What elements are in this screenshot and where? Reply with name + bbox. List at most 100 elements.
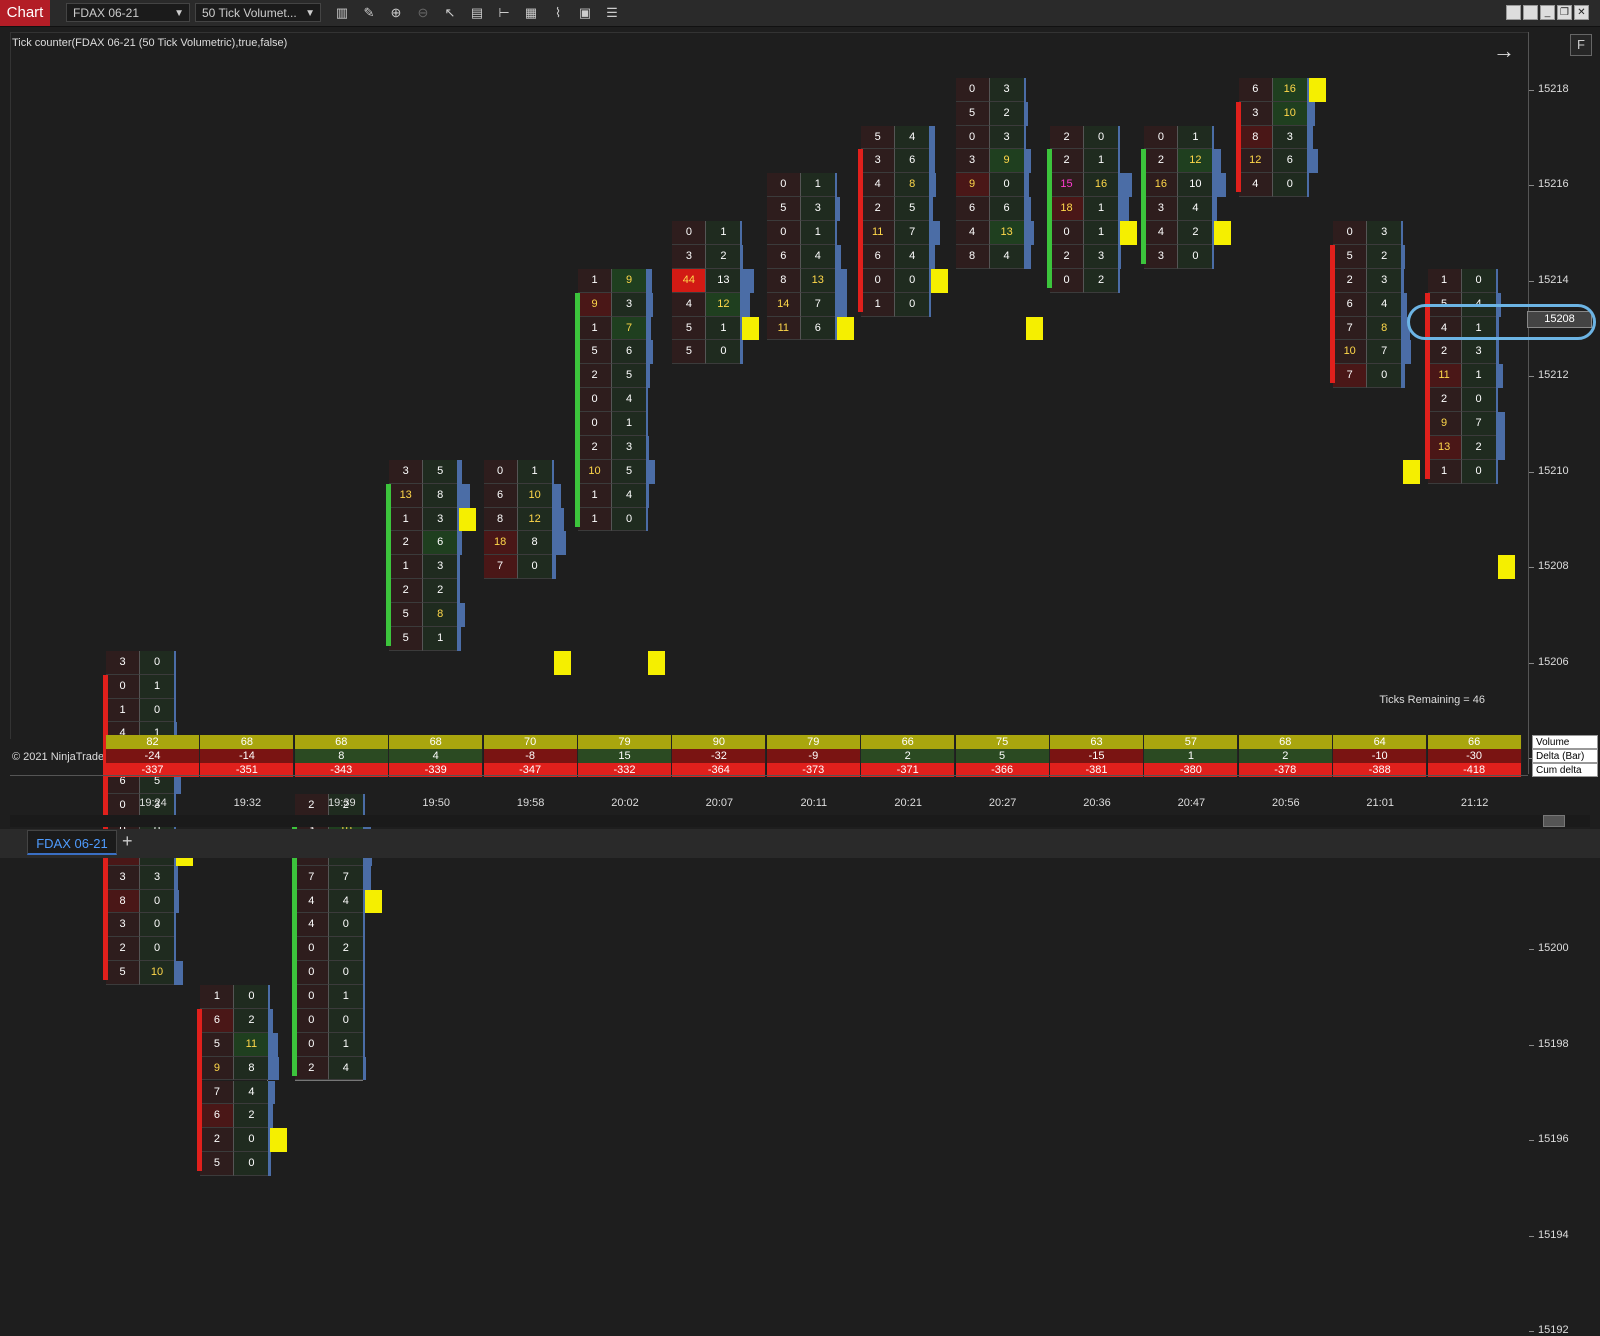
volume-cell: 68	[389, 735, 484, 749]
volume-profile-bar	[268, 1056, 279, 1081]
bar-type-select[interactable]: 50 Tick Volumet... ▼	[195, 3, 321, 22]
pointer-icon[interactable]: ↖	[441, 4, 459, 22]
tile-icon[interactable]	[1506, 5, 1521, 20]
bid-cell: 8	[955, 244, 990, 269]
ask-cell: 1	[517, 459, 552, 484]
ask-cell: 1	[706, 221, 741, 245]
volume-cell: 75	[955, 735, 1050, 749]
volume-profile-bar	[1401, 244, 1406, 269]
template-icon[interactable]: ▤	[468, 4, 486, 22]
bid-cell: 5	[389, 603, 424, 627]
price-tick-label: 15216	[1538, 178, 1569, 191]
chart-style-icon[interactable]: ▦	[522, 4, 540, 22]
horizontal-scrollbar[interactable]	[10, 815, 1590, 827]
highlight-ellipse	[1407, 304, 1596, 340]
time-tick-label: 20:21	[894, 797, 922, 809]
arrow-right-icon[interactable]: →	[1493, 38, 1515, 64]
indicator-label: Tick counter(FDAX 06-21 (50 Tick Volumet…	[12, 37, 288, 49]
price-tick-mark	[1529, 567, 1534, 569]
volume-cell: 68	[1238, 735, 1333, 749]
minimize-icon[interactable]: _	[1540, 5, 1555, 20]
price-tick-label: 15198	[1538, 1037, 1569, 1050]
bar-width-icon[interactable]: ⊢	[495, 4, 513, 22]
data-series-icon[interactable]: ▥	[333, 4, 351, 22]
bid-cell: 0	[106, 674, 140, 699]
scrollbar-thumb[interactable]	[1543, 815, 1565, 827]
bid-cell: 0	[1333, 221, 1368, 245]
volume-cell: 90	[672, 735, 767, 749]
volume-profile-bar	[1495, 388, 1498, 413]
ask-cell: 3	[1367, 268, 1402, 293]
bid-cell: 1	[578, 316, 612, 341]
ask-cell: 13	[706, 268, 741, 293]
bid-cell: 8	[106, 889, 140, 914]
ask-cell: 3	[989, 125, 1024, 150]
bid-cell: 3	[1144, 197, 1179, 222]
instrument-select[interactable]: FDAX 06-21 ▼	[66, 3, 190, 22]
bid-cell: 3	[389, 459, 424, 484]
bid-cell: 1	[1427, 459, 1462, 484]
volume-profile-bar	[174, 961, 183, 985]
bid-cell: 5	[1333, 244, 1368, 269]
bid-cell: 15	[1050, 173, 1084, 198]
direction-bar	[1047, 149, 1052, 288]
properties-icon[interactable]: ▣	[576, 4, 594, 22]
plot-icon[interactable]: ⌇	[549, 4, 567, 22]
ask-cell: 1	[800, 173, 835, 198]
price-tick-label: 15214	[1538, 273, 1569, 286]
close-icon[interactable]: ✕	[1574, 5, 1589, 20]
zoom-in-icon[interactable]: ⊕	[387, 4, 405, 22]
bid-cell: 5	[200, 1152, 235, 1176]
ask-cell: 2	[989, 101, 1024, 126]
volume-profile-bar	[268, 1080, 275, 1105]
bid-cell: 0	[955, 77, 990, 102]
bid-cell: 3	[672, 244, 707, 269]
ask-cell: 10	[1178, 173, 1213, 198]
volume-profile-bar	[1023, 149, 1031, 174]
maximize-icon[interactable]: ❐	[1557, 5, 1572, 20]
price-tick-label: 15206	[1538, 655, 1569, 668]
bid-cell: 5	[861, 125, 896, 150]
delta-cell: 15	[578, 749, 672, 763]
ask-cell: 4	[989, 244, 1024, 269]
volume-profile-bar	[1023, 125, 1026, 150]
bid-cell: 0	[294, 1032, 329, 1057]
bid-cell: 14	[766, 292, 801, 317]
volume-profile-bar	[1401, 364, 1406, 389]
bid-cell: 1	[106, 698, 140, 723]
delta-cell: -14	[200, 749, 295, 763]
volume-profile-bar	[1118, 173, 1132, 198]
zoom-out-icon[interactable]: ⊖	[414, 4, 432, 22]
ask-cell: 12	[517, 507, 552, 532]
bid-cell: 9	[1427, 412, 1462, 436]
time-tick-label: 20:27	[988, 797, 1017, 809]
bid-cell: 4	[672, 292, 707, 317]
ask-cell: 0	[989, 173, 1024, 198]
draw-tool-icon[interactable]: ✎	[360, 4, 378, 22]
bid-cell: 5	[672, 316, 707, 341]
poc-marker	[553, 650, 571, 675]
add-tab-button[interactable]: +	[122, 831, 133, 852]
bid-cell: 3	[106, 913, 140, 938]
time-tick-label: 20:47	[1177, 797, 1206, 809]
volume-profile-bar	[834, 292, 848, 317]
direction-bar	[1330, 244, 1336, 384]
ask-cell: 7	[1461, 412, 1496, 436]
ask-cell: 8	[1367, 316, 1402, 341]
tab-instrument[interactable]: FDAX 06-21	[27, 830, 117, 855]
f-button[interactable]: F	[1570, 34, 1592, 56]
chart-tab[interactable]: Chart	[0, 0, 50, 26]
tile2-icon[interactable]	[1523, 5, 1538, 20]
volume-profile-bar	[646, 412, 648, 436]
list-icon[interactable]: ☰	[603, 4, 621, 22]
tab-bar	[0, 829, 1600, 858]
ask-cell: 3	[1367, 221, 1402, 245]
ask-cell: 5	[895, 197, 930, 222]
bid-cell: 7	[294, 865, 329, 890]
bid-cell: 0	[578, 412, 612, 436]
time-tick-label: 19:39	[328, 797, 356, 809]
volume-cell: 68	[200, 735, 295, 749]
ask-cell: 0	[328, 1008, 363, 1033]
bid-cell: 0	[1050, 221, 1084, 245]
volume-profile-bar	[551, 459, 554, 484]
